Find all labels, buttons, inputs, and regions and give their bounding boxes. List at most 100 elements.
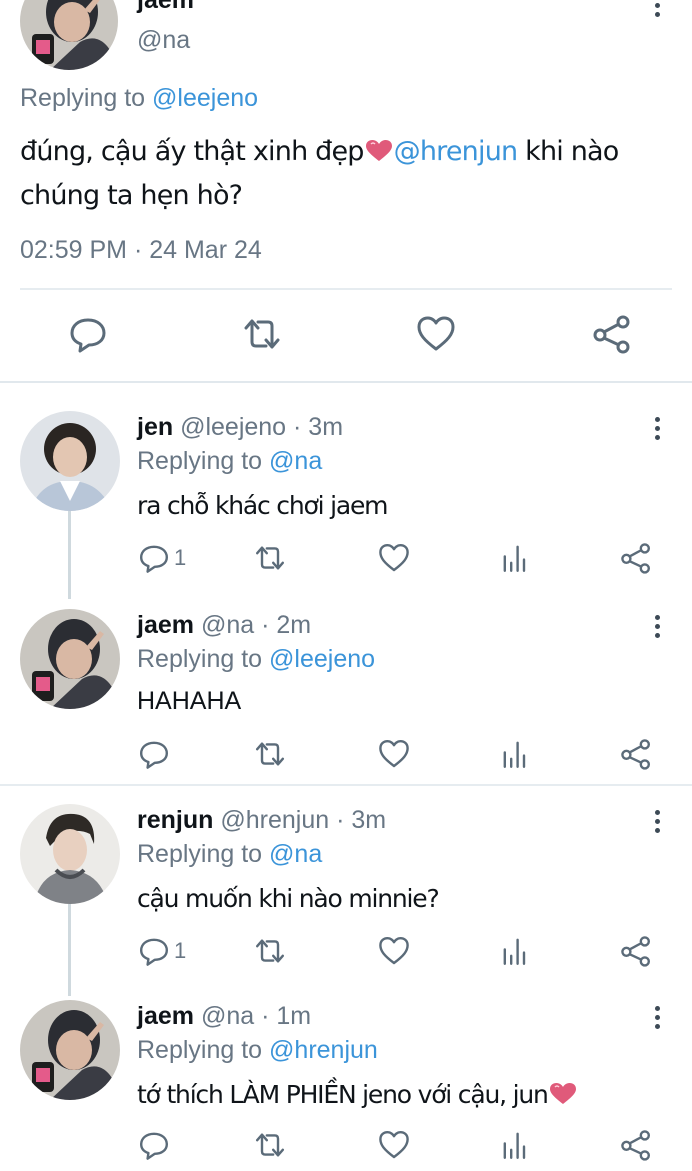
analytics-button[interactable] xyxy=(500,737,532,771)
like-icon xyxy=(379,740,409,768)
more-options-icon[interactable] xyxy=(652,810,662,833)
renjun-avatar[interactable] xyxy=(20,804,120,904)
mention-link[interactable]: @hrenjun xyxy=(394,136,518,167)
replying-to-link[interactable]: @na xyxy=(269,447,322,475)
reply-tweet[interactable]: renjun @hrenjun · 3m Replying to @na cậu… xyxy=(0,776,692,996)
retweet-icon xyxy=(256,939,284,963)
replying-to-link[interactable]: @leejeno xyxy=(269,645,375,673)
like-button[interactable] xyxy=(378,1128,410,1162)
reply-text: ra chỗ khác chơi jaem xyxy=(137,491,388,520)
replying-to: Replying to @na xyxy=(137,447,322,476)
reply-icon xyxy=(140,545,168,573)
retweet-icon xyxy=(256,546,284,570)
share-button[interactable] xyxy=(620,737,652,771)
retweet-button[interactable] xyxy=(254,737,286,771)
share-button[interactable] xyxy=(620,1128,652,1162)
analytics-button[interactable] xyxy=(500,541,532,575)
replying-prefix: Replying to xyxy=(20,84,146,112)
reply-icon xyxy=(140,938,168,966)
author-name[interactable]: jaem xyxy=(137,1002,194,1030)
reply-header: jaem @na · 1m xyxy=(137,1002,311,1031)
reply-actions xyxy=(0,737,692,777)
replying-prefix: Replying to xyxy=(137,1036,263,1064)
retweet-icon xyxy=(256,742,284,766)
reply-icon xyxy=(140,741,168,769)
more-options-icon[interactable] xyxy=(652,0,662,17)
reply-text: HAHAHA xyxy=(137,687,242,715)
replying-to-link[interactable]: @leejeno xyxy=(152,84,258,112)
reply-icon[interactable] xyxy=(68,314,108,354)
author-name[interactable]: jaem xyxy=(137,0,194,15)
reply-text-content: tớ thích LÀM PHIỀN jeno với cậu, jun xyxy=(137,1080,549,1109)
reply-count: 1 xyxy=(174,545,187,570)
jaem-avatar[interactable] xyxy=(20,609,120,709)
reply-actions xyxy=(0,1128,692,1168)
share-icon xyxy=(621,543,650,574)
more-options-icon[interactable] xyxy=(652,1006,662,1029)
analytics-icon xyxy=(503,1132,526,1159)
replying-prefix: Replying to xyxy=(137,645,263,673)
divider xyxy=(20,288,672,290)
reply-actions: 1 xyxy=(0,934,692,974)
replying-to-link[interactable]: @hrenjun xyxy=(269,1036,378,1064)
analytics-icon xyxy=(503,938,526,965)
retweet-button[interactable] xyxy=(254,1128,286,1162)
replying-to-link[interactable]: @na xyxy=(269,840,322,868)
author-meta: @na · 1m xyxy=(200,1002,312,1030)
reply-tweet[interactable]: jaem @na · 1m Replying to @hrenjun tớ th… xyxy=(0,972,692,1171)
more-options-icon[interactable] xyxy=(652,615,662,638)
replying-to: Replying to @leejeno xyxy=(137,645,375,674)
author-name[interactable]: renjun xyxy=(137,806,213,834)
like-button[interactable] xyxy=(378,934,410,968)
share-button[interactable] xyxy=(620,934,652,968)
analytics-icon xyxy=(503,741,526,768)
share-icon[interactable] xyxy=(592,314,632,354)
analytics-button[interactable] xyxy=(500,1128,532,1162)
author-meta: @na · 2m xyxy=(200,611,312,639)
analytics-icon xyxy=(503,545,526,572)
reply-header: renjun @hrenjun · 3m xyxy=(137,806,386,835)
share-button[interactable] xyxy=(620,541,652,575)
author-name[interactable]: jaem xyxy=(137,611,194,639)
tweet-actions xyxy=(0,300,692,370)
retweet-icon xyxy=(256,1133,284,1157)
share-icon xyxy=(621,936,650,967)
retweet-icon[interactable] xyxy=(242,314,282,354)
reply-icon xyxy=(140,1132,168,1160)
reply-text: cậu muốn khi nào minnie? xyxy=(137,884,440,913)
analytics-button[interactable] xyxy=(500,934,532,968)
heart-emoji-icon xyxy=(549,1083,576,1104)
reply-button[interactable]: 1 xyxy=(138,541,186,575)
author-meta: @hrenjun · 3m xyxy=(220,806,387,834)
jaem-avatar[interactable] xyxy=(20,0,118,70)
author-meta: @leejeno · 3m xyxy=(180,413,344,441)
reply-tweet[interactable]: jen @leejeno · 3m Replying to @na ra chỗ… xyxy=(0,383,692,599)
like-button[interactable] xyxy=(378,541,410,575)
like-icon[interactable] xyxy=(416,314,456,354)
retweet-button[interactable] xyxy=(254,934,286,968)
jen-avatar[interactable] xyxy=(20,411,120,511)
reply-actions: 1 xyxy=(0,541,692,581)
like-icon xyxy=(379,937,409,965)
heart-emoji-icon xyxy=(365,140,392,161)
tweet-text: đúng, cậu ấy thật xinh đẹp @hrenjun khi n… xyxy=(20,130,670,218)
replying-prefix: Replying to xyxy=(137,447,263,475)
replying-to: Replying to @na xyxy=(137,840,322,869)
retweet-button[interactable] xyxy=(254,541,286,575)
replying-to: Replying to @hrenjun xyxy=(137,1036,378,1065)
like-icon xyxy=(379,1131,409,1159)
reply-tweet[interactable]: jaem @na · 2m Replying to @leejeno HAHAH… xyxy=(0,581,692,786)
author-name[interactable]: jen xyxy=(137,413,173,441)
replying-to: Replying to @leejeno xyxy=(20,84,258,113)
reply-header: jen @leejeno · 3m xyxy=(137,413,343,442)
reply-button[interactable] xyxy=(138,737,174,771)
like-button[interactable] xyxy=(378,737,410,771)
tweet-timestamp: 02:59 PM · 24 Mar 24 xyxy=(20,236,262,264)
reply-button[interactable]: 1 xyxy=(138,934,186,968)
share-icon xyxy=(621,739,650,770)
reply-button[interactable] xyxy=(138,1128,174,1162)
more-options-icon[interactable] xyxy=(652,417,662,440)
jaem-avatar[interactable] xyxy=(20,1000,120,1100)
author-handle[interactable]: @na xyxy=(137,26,190,55)
reply-count: 1 xyxy=(174,938,187,963)
